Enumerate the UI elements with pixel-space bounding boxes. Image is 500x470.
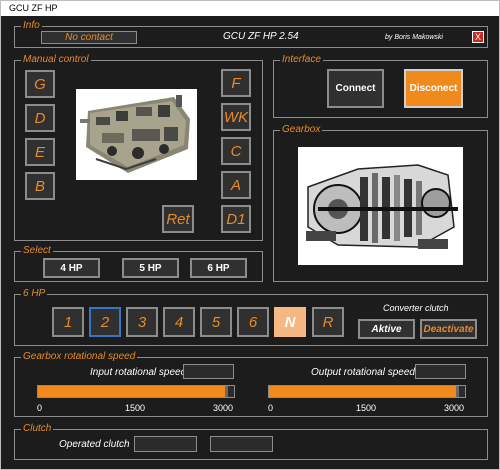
gear-2-button[interactable]: 2 xyxy=(89,307,121,337)
output-speed-fill xyxy=(269,386,460,397)
window-title: GCU ZF HP xyxy=(1,1,499,16)
input-scale-max: 3000 xyxy=(213,403,234,413)
select-label: Select xyxy=(21,244,53,258)
gear-n-button[interactable]: N xyxy=(274,307,306,337)
select-6hp-button[interactable]: 6 HP xyxy=(190,258,247,278)
gear-r-button[interactable]: R xyxy=(312,307,344,337)
select-4hp-button[interactable]: 4 HP xyxy=(43,258,100,278)
gear-4-button[interactable]: 4 xyxy=(163,307,195,337)
manual-control-label: Manual control xyxy=(21,53,91,67)
speed-label: Gearbox rotational speed xyxy=(21,350,138,364)
gear-5-button[interactable]: 5 xyxy=(200,307,232,337)
interface-label: Interface xyxy=(280,53,323,67)
gear-6hp-label: 6 HP xyxy=(21,287,48,301)
solenoid-d1-button[interactable]: D1 xyxy=(221,205,251,233)
gear-1-button[interactable]: 1 xyxy=(52,307,84,337)
output-speed-label: Output rotational speed xyxy=(311,367,415,378)
output-scale-max: 3000 xyxy=(444,403,465,413)
close-button[interactable]: X xyxy=(472,31,484,43)
solenoid-g-button[interactable]: G xyxy=(25,70,55,98)
solenoid-f-button[interactable]: F xyxy=(221,69,251,97)
converter-deactivate-button[interactable]: Deactivate xyxy=(420,319,477,339)
ret-button[interactable]: Ret xyxy=(162,205,194,233)
operated-clutch-field-1 xyxy=(134,436,197,452)
solenoid-e-button[interactable]: E xyxy=(25,138,55,166)
gearbox-image xyxy=(298,147,463,265)
solenoid-wk-button[interactable]: WK xyxy=(221,103,251,131)
valve-body-image xyxy=(76,89,197,180)
solenoid-a-button[interactable]: A xyxy=(221,171,251,199)
app-name: GCU ZF HP 2.54 xyxy=(223,31,299,42)
gear-6-button[interactable]: 6 xyxy=(237,307,269,337)
converter-clutch-label: Converter clutch xyxy=(383,303,449,313)
disconnect-button[interactable]: Disconect xyxy=(404,69,463,108)
author: by Boris Makowski xyxy=(385,34,443,41)
output-scale-mid: 1500 xyxy=(356,403,377,413)
input-scale-mid: 1500 xyxy=(125,403,146,413)
gear-3-button[interactable]: 3 xyxy=(126,307,158,337)
info-label: Info xyxy=(21,19,42,33)
output-scale-min: 0 xyxy=(268,403,274,413)
input-scale-min: 0 xyxy=(37,403,43,413)
solenoid-d-button[interactable]: D xyxy=(25,104,55,132)
output-speed-field xyxy=(415,364,466,379)
converter-aktive-button[interactable]: Aktive xyxy=(358,319,415,339)
app-window: GCU ZF HP Info No contact GCU ZF HP 2.54… xyxy=(0,0,500,470)
operated-clutch-field-2 xyxy=(210,436,273,452)
clutch-label: Clutch xyxy=(21,422,54,436)
output-speed-bar xyxy=(268,385,466,398)
solenoid-c-button[interactable]: C xyxy=(221,137,251,165)
operated-clutch-label: Operated clutch xyxy=(59,439,130,450)
solenoid-b-button[interactable]: B xyxy=(25,172,55,200)
connection-status: No contact xyxy=(41,31,137,44)
select-5hp-button[interactable]: 5 HP xyxy=(122,258,179,278)
input-speed-label: Input rotational speed xyxy=(90,367,187,378)
input-speed-field xyxy=(183,364,234,379)
connect-button[interactable]: Connect xyxy=(327,69,384,108)
input-speed-fill xyxy=(38,386,229,397)
gearbox-label: Gearbox xyxy=(280,123,323,137)
input-speed-bar xyxy=(37,385,235,398)
